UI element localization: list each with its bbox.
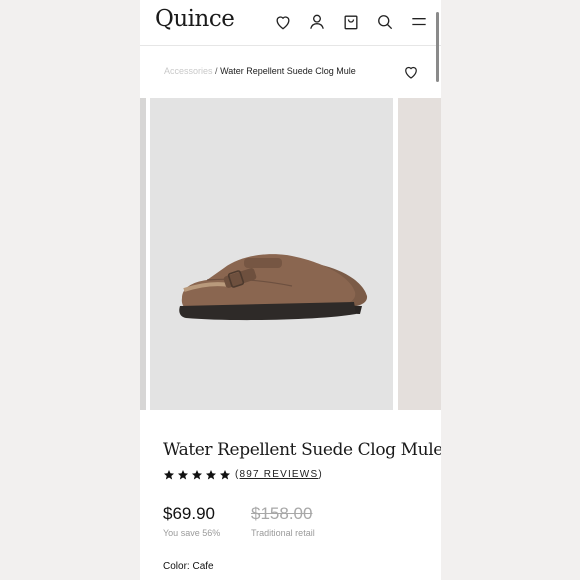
- product-image[interactable]: [150, 98, 393, 410]
- account-icon[interactable]: [307, 12, 327, 32]
- previous-slide[interactable]: [140, 98, 146, 410]
- original-price-label: Traditional retail: [251, 528, 315, 538]
- breadcrumb-link-accessories[interactable]: Accessories: [164, 66, 213, 76]
- rating-stars[interactable]: [163, 469, 231, 483]
- color-selection: Color: Cafe: [163, 561, 214, 572]
- savings-text: You save 56%: [163, 528, 221, 538]
- logo[interactable]: Quince: [155, 6, 235, 32]
- original-price: $158.00: [251, 504, 313, 523]
- heart-icon[interactable]: [273, 12, 293, 32]
- clog-mule-image: [179, 254, 368, 321]
- scrollbar[interactable]: [436, 12, 439, 82]
- star-icon: [220, 470, 230, 480]
- search-icon[interactable]: [375, 12, 395, 32]
- mobile-page: Quince Accessories / Water Repellent Sue…: [140, 0, 441, 580]
- star-icon: [192, 470, 202, 480]
- color-value: Cafe: [192, 561, 214, 572]
- wishlist-heart-icon[interactable]: [402, 63, 420, 81]
- breadcrumb-current: Water Repellent Suede Clog Mule: [220, 66, 356, 76]
- bag-icon[interactable]: [341, 12, 361, 32]
- sale-price: $69.90: [163, 504, 215, 523]
- next-slide[interactable]: [398, 98, 441, 410]
- breadcrumb-separator: /: [215, 66, 218, 76]
- color-label: Color:: [163, 561, 190, 572]
- breadcrumb: Accessories / Water Repellent Suede Clog…: [164, 66, 356, 76]
- reviews-close-paren: ): [318, 469, 323, 480]
- star-icon: [206, 470, 216, 480]
- star-icon: [164, 470, 174, 480]
- reviews-link[interactable]: (897 REVIEWS): [235, 469, 323, 480]
- site-header: Quince: [140, 0, 441, 46]
- star-icon: [178, 470, 188, 480]
- product-image-carousel[interactable]: [140, 98, 441, 410]
- product-title: Water Repellent Suede Clog Mule: [163, 440, 441, 460]
- reviews-count: 897 REVIEWS: [239, 469, 319, 480]
- menu-icon[interactable]: [409, 12, 429, 32]
